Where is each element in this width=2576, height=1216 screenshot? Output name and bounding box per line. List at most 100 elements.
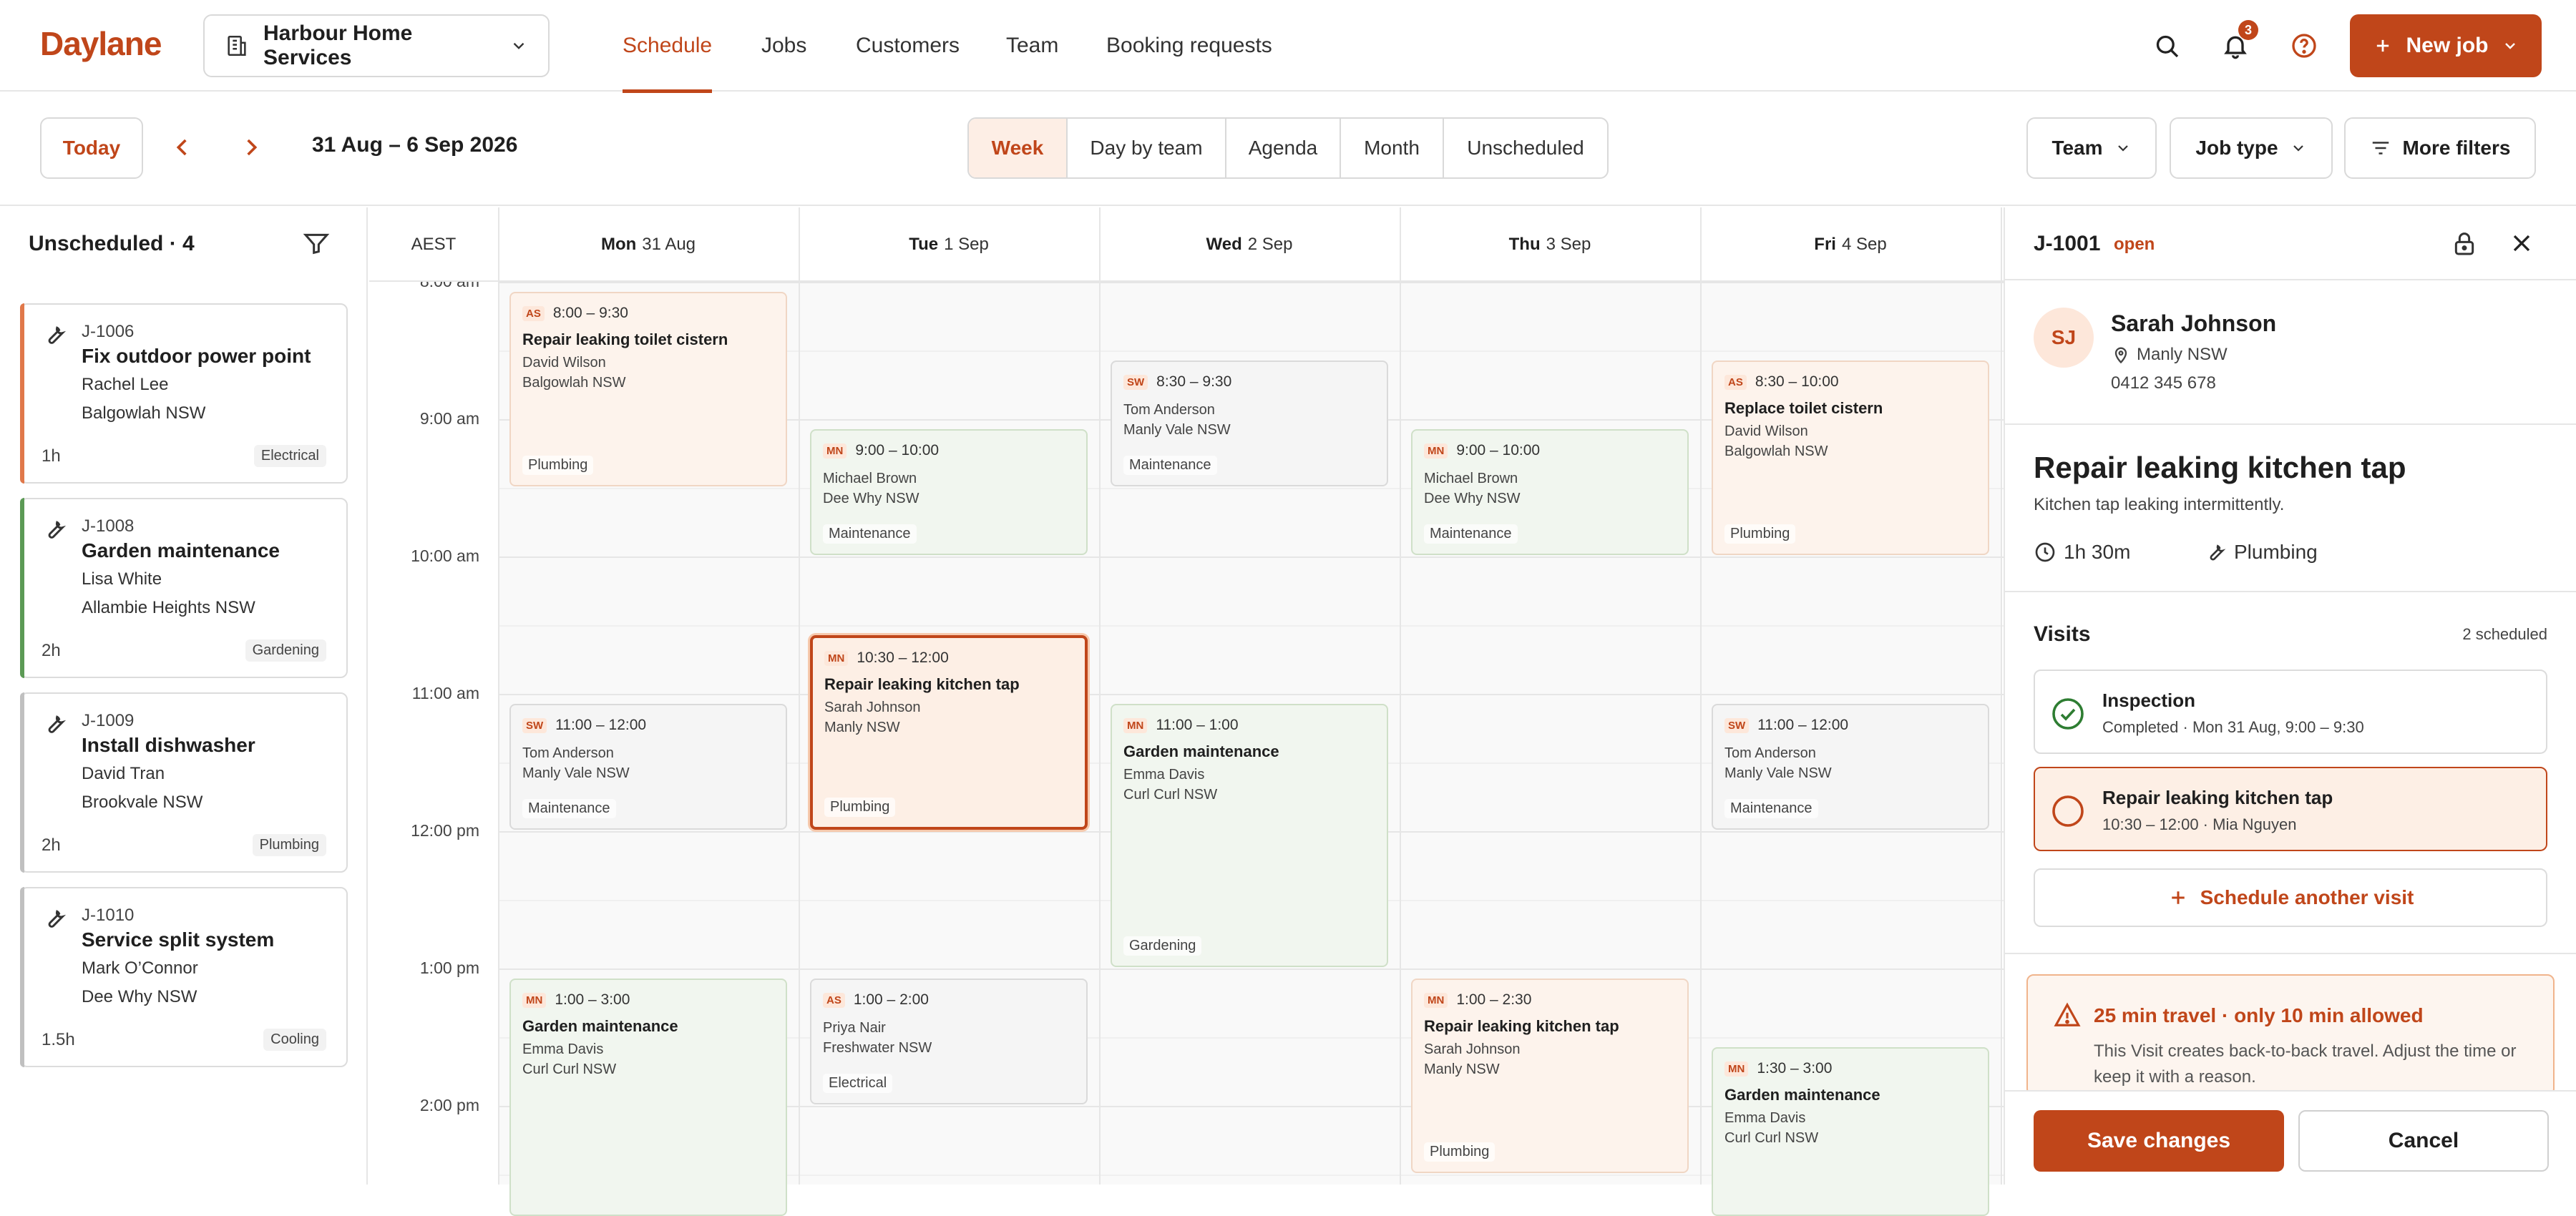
event-header: MN 11:00 – 1:00 [1123,717,1239,734]
event-customer: Michael Brown [1424,471,1518,486]
event-customer: Emma Davis [522,1041,604,1057]
more-filters-button[interactable]: More filters [2344,117,2536,179]
time-label: 1:00 pm [419,958,479,977]
event-type-tag: Maintenance [823,524,917,544]
day-header[interactable]: Tue 1 Sep [799,207,1099,282]
clock-icon [2034,541,2057,564]
event-header: AS 1:00 – 2:00 [823,991,929,1009]
search-icon[interactable] [2144,23,2190,69]
calendar-event[interactable]: SW 11:00 – 12:00 Tom Anderson Manly Vale NS… [1712,704,1989,830]
customer-name[interactable]: Sarah Johnson [2111,310,2276,337]
divider [2005,279,2576,280]
unscheduled-job-card[interactable]: J-1009 Install dishwasher David Tran Brookv… [20,692,348,873]
help-icon[interactable] [2281,23,2327,69]
calendar-event[interactable]: MN 1:00 – 3:00 Garden maintenance Emma Davi… [509,979,787,1216]
view-week[interactable]: Week [969,119,1068,177]
event-type-tag: Maintenance [522,799,616,818]
job-type-tag: Cooling [263,1029,326,1051]
tab-customers[interactable]: Customers [856,0,960,92]
job-type-filter-label: Job type [2195,137,2278,159]
today-button[interactable]: Today [40,117,143,179]
event-customer: David Wilson [1724,423,1808,439]
card-color-bar [20,498,24,678]
job-duration: 2h [42,641,61,660]
event-type-tag: Plumbing [522,456,594,475]
visit-subtitle: 10:30 – 12:00 · Mia Nguyen [2102,815,2297,833]
calendar-event[interactable]: SW 11:00 – 12:00 Tom Anderson Manly Vale NS… [509,704,787,830]
event-location: Manly NSW [1424,1061,1500,1077]
column-line [2001,207,2002,1185]
customer-phone[interactable]: 0412 345 678 [2111,373,2216,393]
job-id: J-1010 [82,906,135,925]
visit-title: Repair leaking kitchen tap [2102,787,2333,808]
unlock-icon[interactable] [2450,229,2479,258]
event-customer: Tom Anderson [1724,745,1816,761]
job-type-filter[interactable]: Job type [2170,117,2333,179]
calendar-event[interactable]: MN 9:00 – 10:00 Michael Brown Dee Why NSW Ma… [1411,429,1689,555]
time-label: 9:00 am [419,409,479,428]
technician-initials: MN [1123,717,1148,733]
calendar-event[interactable]: AS 8:30 – 10:00 Replace toilet cistern Davi… [1712,361,1989,555]
job-location: Allambie Heights NSW [82,598,255,617]
wrench-icon [42,906,67,931]
column-line [1400,207,1401,1185]
calendar-event[interactable]: MN 1:30 – 3:00 Garden maintenance Emma Davi… [1712,1047,1989,1216]
wrench-icon [42,711,67,737]
tab-booking-requests[interactable]: Booking requests [1106,0,1272,92]
new-job-button[interactable]: New job [2350,14,2542,77]
view-month[interactable]: Month [1341,119,1444,177]
job-type: Plumbing [2234,541,2318,563]
empty-circle-icon [2051,794,2085,828]
day-header[interactable]: Fri 4 Sep [1700,207,2001,282]
event-time: 1:30 – 3:00 [1757,1060,1833,1077]
tab-schedule[interactable]: Schedule [623,0,713,93]
calendar-event[interactable]: AS 1:00 – 2:00 Priya Nair Freshwater NSW Ele… [810,979,1088,1104]
calendar-event[interactable]: AS 8:00 – 9:30 Repair leaking toilet ciste… [509,292,787,486]
calendar-event[interactable]: SW 8:30 – 9:30 Tom Anderson Manly Vale NSW M… [1111,361,1388,486]
day-header[interactable]: Wed 2 Sep [1099,207,1400,282]
view-agenda[interactable]: Agenda [1226,119,1341,177]
wrench-icon [42,516,67,542]
close-icon[interactable] [2507,229,2536,258]
calendar-event[interactable]: MN 11:00 – 1:00 Garden maintenance Emma Dav… [1111,704,1388,967]
schedule-another-visit-button[interactable]: Schedule another visit [2034,868,2547,927]
company-switcher[interactable]: Harbour Home Services [203,14,550,77]
next-week-icon[interactable] [236,132,265,163]
wrench-icon [42,322,67,348]
event-time: 10:30 – 12:00 [857,649,949,666]
cancel-button[interactable]: Cancel [2298,1110,2549,1172]
team-filter[interactable]: Team [2026,117,2157,179]
visit-card-inspection[interactable]: Inspection Completed · Mon 31 Aug, 9:00 … [2034,670,2547,754]
chevron-down-icon [2114,139,2132,157]
unscheduled-job-card[interactable]: J-1006 Fix outdoor power point Rachel Lee B… [20,303,348,484]
unscheduled-job-card[interactable]: J-1010 Service split system Mark O’Connor D… [20,887,348,1067]
calendar-event[interactable]: MN 9:00 – 10:00 Michael Brown Dee Why NSW Ma… [810,429,1088,555]
day-of-week: Fri [1814,235,1836,254]
funnel-icon[interactable] [302,229,331,258]
view-day-by-team[interactable]: Day by team [1068,119,1226,177]
app-logo[interactable]: Daylane [40,24,162,63]
save-changes-button[interactable]: Save changes [2034,1110,2284,1172]
event-location: Balgowlah NSW [1724,443,1828,459]
event-type-tag: Electrical [823,1074,893,1093]
event-type-tag: Plumbing [1424,1142,1496,1162]
day-header[interactable]: Thu 3 Sep [1400,207,1700,282]
unscheduled-job-card[interactable]: J-1008 Garden maintenance Lisa White Allamb… [20,498,348,678]
view-unscheduled[interactable]: Unscheduled [1444,119,1607,177]
previous-week-icon[interactable] [169,132,197,163]
customer-location: Manly NSW [2137,345,2228,364]
day-header[interactable]: Mon 31 Aug [498,207,799,282]
chevron-down-icon [509,36,528,55]
team-filter-label: Team [2051,137,2103,159]
event-time: 8:30 – 9:30 [1156,373,1232,390]
tab-team[interactable]: Team [1006,0,1058,92]
event-time: 1:00 – 2:00 [853,991,929,1008]
calendar-event[interactable]: MN 1:00 – 2:30 Repair leaking kitchen tap S… [1411,979,1689,1173]
visit-card-repair[interactable]: Repair leaking kitchen tap 10:30 – 12:00… [2034,767,2547,851]
event-time: 9:00 – 10:00 [855,442,940,459]
calendar-event[interactable]: MN 10:30 – 12:00 Repair leaking kitchen ta… [810,635,1088,830]
event-customer: Emma Davis [1724,1110,1806,1126]
tab-jobs[interactable]: Jobs [761,0,806,92]
visits-count: 2 scheduled [2462,625,2547,643]
header-column-line [1099,207,1101,282]
